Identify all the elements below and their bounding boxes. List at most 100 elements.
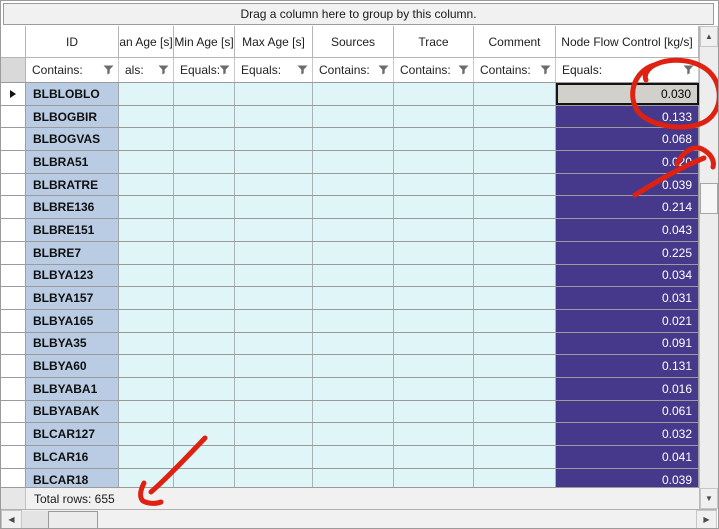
cell-empty[interactable] bbox=[313, 401, 394, 423]
cell-empty[interactable] bbox=[235, 355, 313, 377]
column-header-comment[interactable]: Comment bbox=[474, 26, 556, 57]
cell-empty[interactable] bbox=[119, 128, 174, 150]
scroll-up-button[interactable]: ▲ bbox=[700, 26, 718, 47]
cell-empty[interactable] bbox=[394, 310, 474, 332]
cell-empty[interactable] bbox=[313, 196, 394, 218]
cell-empty[interactable] bbox=[235, 196, 313, 218]
cell-empty[interactable] bbox=[474, 401, 556, 423]
cell-empty[interactable] bbox=[394, 446, 474, 468]
cell-empty[interactable] bbox=[174, 287, 235, 309]
cell-empty[interactable] bbox=[174, 242, 235, 264]
cell-empty[interactable] bbox=[119, 287, 174, 309]
column-header-an-age-s[interactable]: an Age [s] bbox=[119, 26, 174, 57]
cell-empty[interactable] bbox=[394, 378, 474, 400]
cell-empty[interactable] bbox=[119, 83, 174, 105]
cell-id[interactable]: BLBOGVAS bbox=[26, 128, 119, 150]
cell-flow-value[interactable]: 0.039 bbox=[556, 174, 699, 196]
vertical-scrollbar-thumb[interactable] bbox=[700, 183, 718, 214]
cell-empty[interactable] bbox=[174, 106, 235, 128]
cell-empty[interactable] bbox=[394, 219, 474, 241]
cell-empty[interactable] bbox=[474, 174, 556, 196]
cell-empty[interactable] bbox=[313, 378, 394, 400]
cell-empty[interactable] bbox=[174, 446, 235, 468]
cell-flow-value[interactable]: 0.016 bbox=[556, 378, 699, 400]
cell-empty[interactable] bbox=[235, 333, 313, 355]
cell-empty[interactable] bbox=[174, 378, 235, 400]
filter-funnel-icon[interactable] bbox=[297, 65, 308, 75]
cell-empty[interactable] bbox=[313, 265, 394, 287]
cell-flow-value[interactable]: 0.039 bbox=[556, 469, 699, 487]
cell-empty[interactable] bbox=[174, 128, 235, 150]
cell-empty[interactable] bbox=[313, 128, 394, 150]
cell-empty[interactable] bbox=[174, 355, 235, 377]
filter-funnel-icon[interactable] bbox=[378, 65, 389, 75]
cell-empty[interactable] bbox=[235, 151, 313, 173]
cell-id[interactable]: BLBRATRE bbox=[26, 174, 119, 196]
cell-empty[interactable] bbox=[394, 469, 474, 487]
cell-empty[interactable] bbox=[474, 151, 556, 173]
cell-empty[interactable] bbox=[394, 83, 474, 105]
cell-flow-value[interactable]: 0.032 bbox=[556, 423, 699, 445]
cell-id[interactable]: BLCAR18 bbox=[26, 469, 119, 487]
vertical-scrollbar[interactable]: ▲ ▼ bbox=[699, 26, 718, 509]
scroll-left-button[interactable]: ◀ bbox=[1, 510, 22, 529]
row-indicator-cell[interactable] bbox=[1, 242, 26, 264]
cell-flow-value[interactable]: 0.034 bbox=[556, 265, 699, 287]
row-indicator-cell[interactable] bbox=[1, 355, 26, 377]
cell-id[interactable]: BLCAR127 bbox=[26, 423, 119, 445]
cell-empty[interactable] bbox=[119, 446, 174, 468]
cell-empty[interactable] bbox=[174, 83, 235, 105]
cell-id[interactable]: BLBRA51 bbox=[26, 151, 119, 173]
cell-flow-value[interactable]: 0.225 bbox=[556, 242, 699, 264]
filter-funnel-icon[interactable] bbox=[540, 65, 551, 75]
cell-empty[interactable] bbox=[235, 83, 313, 105]
cell-id[interactable]: BLBRE151 bbox=[26, 219, 119, 241]
cell-empty[interactable] bbox=[235, 174, 313, 196]
cell-id[interactable]: BLBYA123 bbox=[26, 265, 119, 287]
horizontal-scrollbar[interactable]: ◀ ▶ bbox=[1, 509, 717, 529]
cell-empty[interactable] bbox=[119, 196, 174, 218]
cell-empty[interactable] bbox=[119, 219, 174, 241]
cell-empty[interactable] bbox=[174, 469, 235, 487]
cell-empty[interactable] bbox=[394, 265, 474, 287]
cell-empty[interactable] bbox=[235, 219, 313, 241]
cell-empty[interactable] bbox=[119, 333, 174, 355]
cell-id[interactable]: BLBYABA1 bbox=[26, 378, 119, 400]
cell-empty[interactable] bbox=[394, 401, 474, 423]
cell-empty[interactable] bbox=[474, 219, 556, 241]
cell-empty[interactable] bbox=[174, 401, 235, 423]
row-indicator-cell[interactable] bbox=[1, 423, 26, 445]
cell-empty[interactable] bbox=[394, 423, 474, 445]
row-indicator-cell[interactable] bbox=[1, 196, 26, 218]
cell-empty[interactable] bbox=[474, 469, 556, 487]
cell-empty[interactable] bbox=[235, 128, 313, 150]
cell-id[interactable]: BLBYA157 bbox=[26, 287, 119, 309]
cell-empty[interactable] bbox=[235, 446, 313, 468]
cell-empty[interactable] bbox=[313, 310, 394, 332]
cell-id[interactable]: BLBLOBLO bbox=[26, 83, 119, 105]
row-indicator-cell[interactable] bbox=[1, 219, 26, 241]
row-indicator-cell[interactable] bbox=[1, 151, 26, 173]
filter-cell-sources[interactable]: Contains: bbox=[313, 58, 394, 82]
cell-empty[interactable] bbox=[474, 333, 556, 355]
cell-empty[interactable] bbox=[474, 378, 556, 400]
column-header-id[interactable]: ID bbox=[26, 26, 119, 57]
cell-empty[interactable] bbox=[313, 469, 394, 487]
cell-empty[interactable] bbox=[119, 355, 174, 377]
cell-empty[interactable] bbox=[474, 83, 556, 105]
cell-empty[interactable] bbox=[313, 242, 394, 264]
cell-empty[interactable] bbox=[235, 265, 313, 287]
cell-empty[interactable] bbox=[313, 151, 394, 173]
cell-empty[interactable] bbox=[174, 196, 235, 218]
cell-empty[interactable] bbox=[174, 333, 235, 355]
scroll-down-button[interactable]: ▼ bbox=[700, 488, 718, 509]
cell-empty[interactable] bbox=[394, 174, 474, 196]
cell-empty[interactable] bbox=[119, 106, 174, 128]
cell-id[interactable]: BLBOGBIR bbox=[26, 106, 119, 128]
cell-empty[interactable] bbox=[174, 310, 235, 332]
cell-empty[interactable] bbox=[474, 355, 556, 377]
cell-id[interactable]: BLBYA165 bbox=[26, 310, 119, 332]
cell-id[interactable]: BLBYA35 bbox=[26, 333, 119, 355]
group-by-panel[interactable]: Drag a column here to group by this colu… bbox=[3, 3, 714, 25]
cell-empty[interactable] bbox=[474, 265, 556, 287]
